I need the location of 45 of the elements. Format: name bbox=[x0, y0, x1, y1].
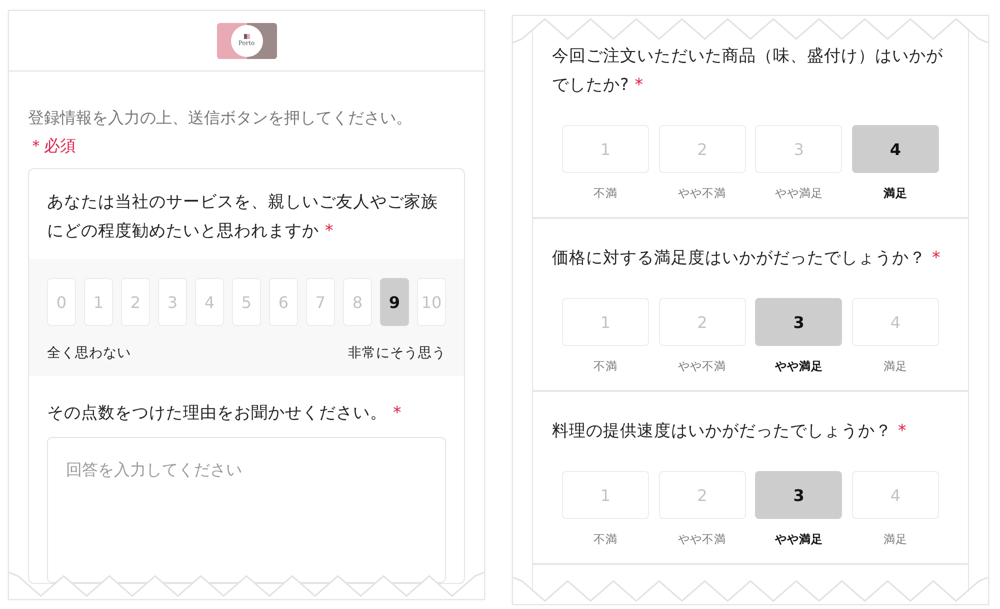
rating-button[interactable]: 1 bbox=[562, 125, 649, 173]
rating-label: やや不満 bbox=[678, 186, 726, 201]
rating-label: やや満足 bbox=[774, 532, 823, 547]
question-text: その点数をつけた理由をお聞かせください。 * bbox=[47, 402, 402, 424]
score-button[interactable]: 4 bbox=[195, 278, 224, 326]
rating-label: やや不満 bbox=[678, 359, 726, 374]
rating-label: 不満 bbox=[594, 359, 618, 374]
rating-label: 満足 bbox=[883, 359, 908, 374]
score-button[interactable]: 9 bbox=[380, 278, 409, 326]
score-button[interactable]: 8 bbox=[343, 278, 372, 326]
answer-field[interactable]: 回答を入力してください bbox=[47, 437, 446, 583]
rating-button[interactable]: 4 bbox=[852, 125, 939, 173]
scale-low-label: 全く思わない bbox=[47, 344, 131, 362]
rating-button[interactable]: 3 bbox=[755, 298, 842, 346]
required-note: ＊必須 bbox=[28, 135, 77, 157]
scale-high-label: 非常にそう思う bbox=[348, 344, 446, 362]
score-button[interactable]: 1 bbox=[84, 278, 113, 326]
rating-label: 満足 bbox=[883, 532, 908, 547]
score-button[interactable]: 0 bbox=[47, 278, 76, 326]
rating-label: やや不満 bbox=[678, 532, 726, 547]
rating-button[interactable]: 4 bbox=[852, 298, 939, 346]
rating-button[interactable]: 1 bbox=[562, 471, 649, 519]
rating-label: 不満 bbox=[594, 186, 618, 201]
score-button[interactable]: 7 bbox=[306, 278, 335, 326]
score-button[interactable]: 10 bbox=[417, 278, 446, 326]
intro-text: 登録情報を入力の上、送信ボタンを押してください。 bbox=[28, 107, 413, 129]
rating-button[interactable]: 2 bbox=[658, 125, 746, 173]
score-button[interactable]: 3 bbox=[158, 278, 187, 326]
rating-button[interactable]: 4 bbox=[852, 471, 939, 519]
rating-button[interactable]: 1 bbox=[562, 298, 649, 346]
score-button[interactable]: 2 bbox=[121, 278, 150, 326]
rating-label: やや満足 bbox=[774, 359, 823, 374]
score-button[interactable]: 6 bbox=[269, 278, 298, 326]
rating-button[interactable]: 3 bbox=[755, 471, 842, 519]
rating-label: やや満足 bbox=[774, 186, 823, 201]
question-text: 今回ご注文いただいた商品（味、盛付け）はいかがでしたか? * bbox=[552, 45, 944, 96]
rating-button[interactable]: 2 bbox=[658, 298, 746, 346]
rating-button[interactable]: 3 bbox=[755, 125, 842, 173]
rating-button[interactable]: 2 bbox=[658, 471, 746, 519]
question-text: あなたは当社のサービスを、親しいご友人やご家族にどの程度勧めたいと思われますか * bbox=[47, 191, 439, 242]
score-button[interactable]: 5 bbox=[232, 278, 261, 326]
rating-label: 不満 bbox=[594, 532, 618, 547]
question-text: 価格に対する満足度はいかがだったでしょうか？ * bbox=[552, 247, 942, 269]
rating-label: 満足 bbox=[883, 186, 908, 201]
question-text: 料理の提供速度はいかがだったでしょうか？ * bbox=[552, 420, 908, 442]
